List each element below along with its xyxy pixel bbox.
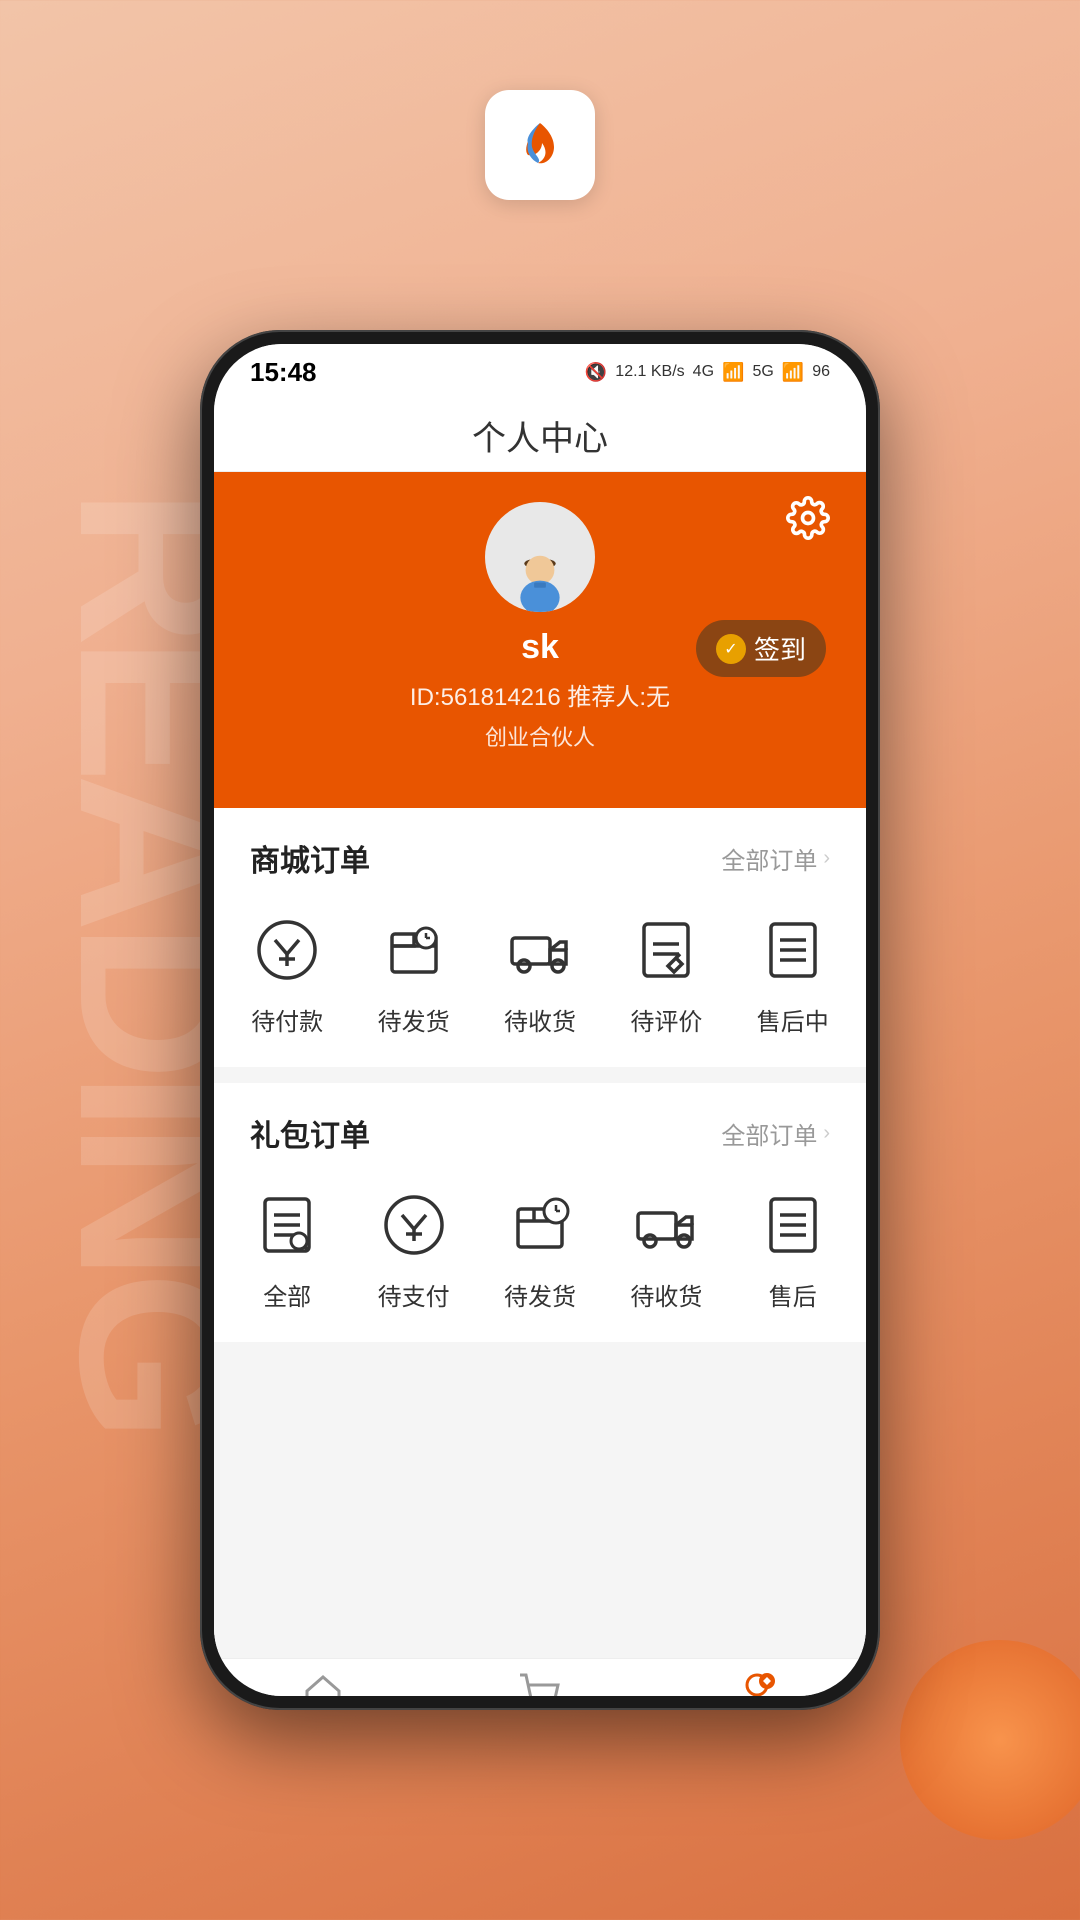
mall-order-label-0: 待付款 bbox=[251, 1002, 323, 1037]
checkin-check-icon: ✓ bbox=[716, 634, 746, 664]
gift-orders-view-all[interactable]: 全部订单 › bbox=[721, 1116, 830, 1151]
gift-order-item-4[interactable]: 售后 bbox=[738, 1185, 848, 1312]
mall-order-label-4: 售后中 bbox=[757, 1002, 829, 1037]
nav-cart[interactable]: 购物车 bbox=[460, 1671, 620, 1697]
bottom-nav: 首页 购物车 bbox=[214, 1658, 866, 1696]
signal-4g-icon: 4G bbox=[693, 363, 714, 381]
status-time: 15:48 bbox=[250, 357, 317, 388]
network-speed: 12.1 KB/s bbox=[615, 363, 684, 381]
mall-order-item-0[interactable]: 待付款 bbox=[232, 910, 342, 1037]
gift-order-label-3: 待收货 bbox=[630, 1277, 702, 1312]
gift-orders-grid: 全部 待支付 bbox=[214, 1175, 866, 1342]
gift-order-label-4: 售后 bbox=[769, 1277, 817, 1312]
gift-orders-section: 礼包订单 全部订单 › bbox=[214, 1083, 866, 1342]
mall-order-label-2: 待收货 bbox=[504, 1002, 576, 1037]
gift-order-label-0: 全部 bbox=[263, 1277, 311, 1312]
gift-orders-title: 礼包订单 bbox=[250, 1111, 370, 1155]
gift-orders-header: 礼包订单 全部订单 › bbox=[214, 1083, 866, 1175]
status-icons: 🔇 12.1 KB/s 4G 📶 5G 📶 96 bbox=[585, 362, 830, 383]
gift-order-item-2[interactable]: 待发货 bbox=[485, 1185, 595, 1312]
status-bar: 15:48 🔇 12.1 KB/s 4G 📶 5G 📶 96 bbox=[214, 344, 866, 400]
edit-icon bbox=[626, 910, 706, 990]
nav-home[interactable]: 首页 bbox=[243, 1671, 403, 1697]
user-id-info: ID:561814216 推荐人:无 bbox=[410, 677, 670, 712]
gift-order-label-2: 待发货 bbox=[504, 1277, 576, 1312]
box-send-icon bbox=[500, 1185, 580, 1265]
mall-order-item-4[interactable]: 售后中 bbox=[738, 910, 848, 1037]
page-header: 个人中心 bbox=[214, 400, 866, 472]
battery-icon: 96 bbox=[812, 363, 830, 381]
mall-chevron-icon: › bbox=[823, 847, 830, 870]
signal-bars-icon: 📶 bbox=[722, 362, 744, 383]
gift-view-all-label: 全部订单 bbox=[721, 1116, 817, 1151]
mall-order-item-2[interactable]: 待收货 bbox=[485, 910, 595, 1037]
signal-5g-icon: 5G bbox=[752, 363, 773, 381]
mall-order-item-3[interactable]: 待评价 bbox=[611, 910, 721, 1037]
list-icon bbox=[753, 910, 833, 990]
truck-icon bbox=[500, 910, 580, 990]
truck-small-icon bbox=[626, 1185, 706, 1265]
yuan-circle-icon bbox=[247, 910, 327, 990]
checkin-button[interactable]: ✓ 签到 bbox=[696, 620, 826, 677]
page-title: 个人中心 bbox=[472, 411, 608, 460]
user-role: 创业合伙人 bbox=[485, 720, 595, 752]
mall-orders-grid: 待付款 bbox=[214, 900, 866, 1067]
decoration-blob bbox=[900, 1640, 1080, 1840]
box-clock-icon bbox=[374, 910, 454, 990]
mall-orders-title: 商城订单 bbox=[250, 836, 370, 880]
wifi-icon: 📶 bbox=[782, 362, 804, 383]
mall-view-all-label: 全部订单 bbox=[721, 841, 817, 876]
content-spacer bbox=[214, 1358, 866, 1658]
mute-icon: 🔇 bbox=[585, 362, 607, 383]
yuan-circle-2-icon bbox=[374, 1185, 454, 1265]
person-icon bbox=[733, 1671, 781, 1697]
cart-icon bbox=[516, 1671, 564, 1697]
list-plain-icon bbox=[753, 1185, 833, 1265]
gift-order-item-3[interactable]: 待收货 bbox=[611, 1185, 721, 1312]
gift-order-item-0[interactable]: 全部 bbox=[232, 1185, 342, 1312]
mall-order-item-1[interactable]: 待发货 bbox=[359, 910, 469, 1037]
username: sk bbox=[521, 628, 559, 667]
content-area: 商城订单 全部订单 › bbox=[214, 808, 866, 1658]
list-search-icon bbox=[247, 1185, 327, 1265]
profile-section: sk ID:561814216 推荐人:无 创业合伙人 ✓ 签到 bbox=[214, 472, 866, 808]
home-icon bbox=[299, 1671, 347, 1697]
mall-orders-header: 商城订单 全部订单 › bbox=[214, 808, 866, 900]
phone-screen: 15:48 🔇 12.1 KB/s 4G 📶 5G 📶 96 个人中心 bbox=[214, 344, 866, 1696]
avatar[interactable] bbox=[485, 502, 595, 612]
checkin-label: 签到 bbox=[754, 630, 806, 667]
nav-mine[interactable]: 我的 bbox=[677, 1671, 837, 1697]
mall-order-label-3: 待评价 bbox=[630, 1002, 702, 1037]
gift-order-label-1: 待支付 bbox=[378, 1277, 450, 1312]
gift-order-item-1[interactable]: 待支付 bbox=[359, 1185, 469, 1312]
mall-orders-section: 商城订单 全部订单 › bbox=[214, 808, 866, 1067]
mall-order-label-1: 待发货 bbox=[378, 1002, 450, 1037]
gift-chevron-icon: › bbox=[823, 1122, 830, 1145]
app-icon bbox=[485, 90, 595, 200]
mall-orders-view-all[interactable]: 全部订单 › bbox=[721, 841, 830, 876]
phone-frame: 15:48 🔇 12.1 KB/s 4G 📶 5G 📶 96 个人中心 bbox=[200, 330, 880, 1710]
settings-button[interactable] bbox=[786, 496, 830, 540]
